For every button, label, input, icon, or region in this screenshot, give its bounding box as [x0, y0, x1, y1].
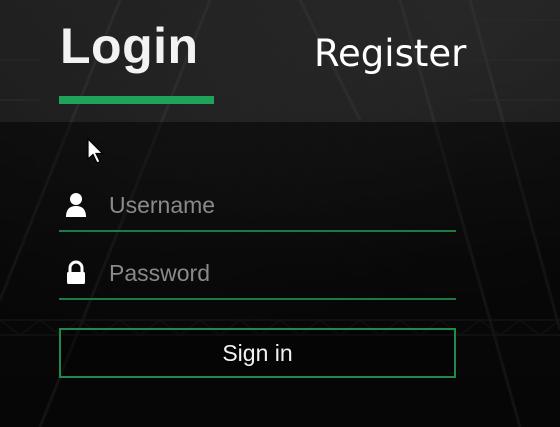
username-input[interactable]	[109, 188, 449, 222]
lock-icon	[67, 260, 85, 284]
username-field	[59, 186, 456, 232]
active-tab-indicator	[59, 96, 214, 104]
signin-button[interactable]: Sign in	[59, 328, 456, 378]
tab-register[interactable]: Register	[314, 30, 466, 78]
user-icon	[66, 193, 86, 217]
password-field	[59, 254, 456, 300]
login-screen: Login Register Sign in	[0, 0, 560, 427]
password-input[interactable]	[109, 256, 449, 290]
tab-login[interactable]: Login	[60, 14, 199, 78]
